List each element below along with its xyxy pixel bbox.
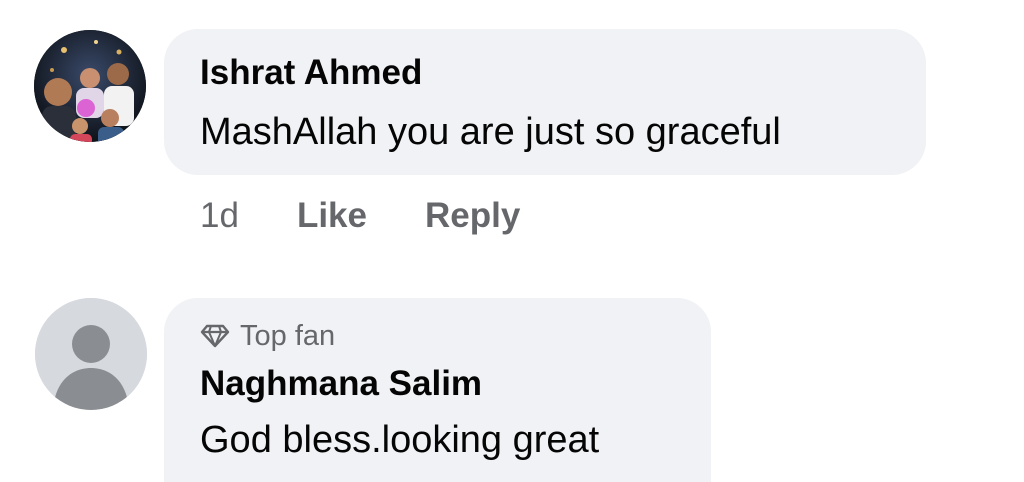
photo-avatar-icon: [34, 30, 146, 142]
commenter-avatar-ishrat-ahmed[interactable]: [34, 30, 146, 142]
comments-section: Ishrat Ahmed MashAllah you are just so g…: [0, 0, 1024, 482]
comment-author-name[interactable]: Naghmana Salim: [200, 364, 482, 404]
like-button[interactable]: Like: [297, 196, 367, 236]
comment-author-name[interactable]: Ishrat Ahmed: [200, 53, 422, 93]
comment-bubble: Ishrat Ahmed MashAllah you are just so g…: [164, 29, 926, 175]
default-person-avatar-icon: [35, 298, 147, 410]
diamond-icon: [200, 324, 230, 348]
reply-button[interactable]: Reply: [425, 196, 520, 236]
comment-timestamp[interactable]: 1d: [200, 196, 239, 236]
comment-bubble: Top fan Naghmana Salim God bless.looking…: [164, 298, 711, 482]
comment-text: MashAllah you are just so graceful: [200, 111, 781, 153]
comment-text: God bless.looking great: [200, 419, 600, 461]
commenter-avatar-naghmana-salim[interactable]: [35, 298, 147, 410]
top-fan-badge: Top fan: [200, 318, 335, 354]
comment-actions: 1d Like Reply: [200, 194, 520, 238]
top-fan-label: Top fan: [240, 320, 336, 352]
